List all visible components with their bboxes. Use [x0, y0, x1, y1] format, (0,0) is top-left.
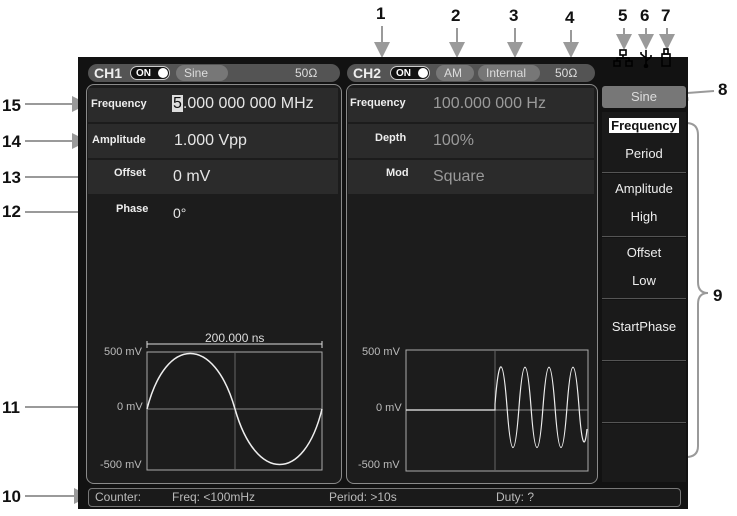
ch1-amplitude-label: Amplitude [92, 134, 146, 146]
softkey-4-top: StartPhase [611, 319, 677, 334]
menu-title-bar: Sine [602, 86, 686, 108]
ch2-mod-value[interactable]: Square [433, 168, 485, 186]
ch2-source-badge: Internal [478, 65, 540, 81]
ch1-frequency-row[interactable]: Frequency 5.000 000 000 MHz [88, 88, 338, 122]
ch1-frequency-cursor: 5 [172, 95, 183, 112]
softkey-startphase[interactable]: StartPhase [602, 300, 686, 361]
ch2-depth-value[interactable]: 100% [433, 132, 474, 150]
usb-drive-icon [660, 48, 672, 73]
ch2-mod-type-badge: AM [436, 65, 474, 81]
ch2-mod-label: Mod [386, 167, 409, 179]
ch1-amplitude-value[interactable]: 1.000 Vpp [174, 132, 247, 150]
counter-period: Period: >10s [329, 490, 397, 504]
ch1-y-label-top: 500 mV [104, 346, 142, 358]
ch1-y-label-mid: 0 mV [117, 401, 143, 413]
softkey-2-top: Amplitude [615, 181, 673, 196]
softkey-3-top: Offset [626, 245, 662, 260]
ch1-phase-label: Phase [116, 203, 149, 215]
network-icon [613, 49, 633, 72]
ch2-frequency-label: Frequency [350, 97, 406, 109]
ch1-amplitude-row[interactable]: Amplitude 1.000 Vpp [88, 124, 338, 158]
menu-title: Sine [630, 89, 658, 104]
ch2-y-label-mid: 0 mV [376, 402, 402, 414]
ch2-depth-label: Depth [375, 132, 407, 144]
counter-bar: Counter: Freq: <100mHz Period: >10s Duty… [88, 488, 681, 507]
ch1-header[interactable]: CH1 ON Sine 50Ω [88, 64, 340, 82]
softkey-5-empty[interactable] [602, 362, 686, 423]
ch1-phase-value[interactable]: 0° [173, 205, 186, 221]
ch2-frequency-value[interactable]: 100.000 000 Hz [433, 95, 546, 113]
ch1-impedance: 50Ω [295, 66, 318, 80]
ch2-header[interactable]: CH2 ON AM Internal 50Ω [347, 64, 595, 82]
ch1-waveform-badge: Sine [176, 65, 228, 81]
counter-freq: Freq: <100mHz [172, 490, 256, 504]
ch2-label: CH2 [353, 65, 382, 81]
ch2-output-toggle[interactable]: ON [390, 66, 430, 80]
softkey-6-empty[interactable] [602, 424, 686, 482]
ch2-waveform-plot [405, 349, 589, 472]
softkey-1-top: Frequency [609, 118, 679, 133]
ch2-y-label-top: 500 mV [362, 346, 400, 358]
counter-label: Counter: [95, 490, 142, 504]
ch1-frequency-label: Frequency [91, 98, 147, 110]
softkey-frequency-period[interactable]: Frequency Period [602, 112, 686, 173]
softkey-2-bottom: High [630, 209, 658, 224]
ch2-depth-row[interactable]: Depth 100% [348, 124, 594, 158]
ch1-offset-value[interactable]: 0 mV [173, 168, 210, 186]
ch1-output-toggle[interactable]: ON [130, 66, 170, 80]
softkey-amplitude-high[interactable]: Amplitude High [602, 174, 686, 237]
ch1-frequency-value[interactable]: 5.000 000 000 MHz [172, 95, 314, 113]
ch1-waveform-plot [146, 341, 323, 471]
ch2-mod-row[interactable]: Mod Square [348, 160, 594, 194]
ch1-phase-row[interactable]: Phase 0° [88, 196, 338, 230]
ch1-label: CH1 [94, 65, 123, 81]
ch2-y-label-bottom: -500 mV [358, 459, 400, 471]
softkey-3-bottom: Low [632, 273, 656, 288]
softkey-offset-low[interactable]: Offset Low [602, 238, 686, 299]
softkey-1-bottom: Period [625, 146, 663, 161]
ch1-y-label-bottom: -500 mV [100, 459, 142, 471]
ch2-impedance: 50Ω [555, 66, 578, 80]
ch1-offset-row[interactable]: Offset 0 mV [88, 160, 338, 194]
ch1-offset-label: Offset [114, 167, 146, 179]
usb-icon [638, 48, 654, 73]
ch2-frequency-row[interactable]: Frequency 100.000 000 Hz [348, 88, 594, 122]
counter-duty: Duty: ? [496, 490, 535, 504]
